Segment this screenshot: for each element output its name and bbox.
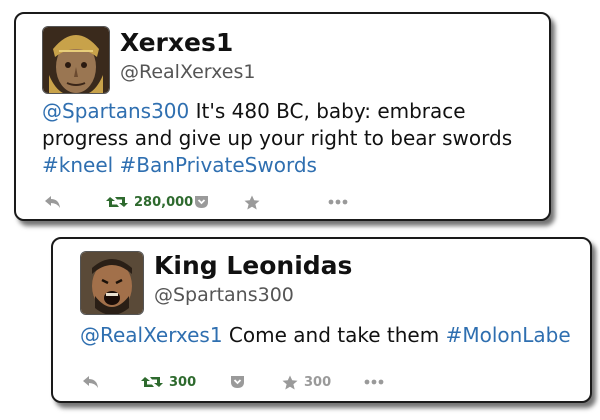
retweet-icon <box>106 197 128 207</box>
retweet-count: 300 <box>169 374 197 390</box>
retweet-button[interactable]: 300 <box>141 370 196 394</box>
tweet-card-xerxes: Xerxes1 @RealXerxes1 @Spartans300 It's 4… <box>14 12 551 221</box>
user-handle[interactable]: @RealXerxes1 <box>120 61 255 83</box>
pocket-icon <box>195 196 208 208</box>
pocket-button[interactable] <box>194 190 209 214</box>
avatar[interactable] <box>80 251 144 315</box>
tweet-card-leonidas: King Leonidas @Spartans300 @RealXerxes1 … <box>51 237 592 403</box>
more-icon <box>328 199 348 205</box>
pocket-icon <box>231 376 244 388</box>
pocket-button[interactable] <box>230 370 245 394</box>
retweet-icon <box>141 377 163 387</box>
avatar[interactable] <box>42 26 110 94</box>
tweet-text-segment: It's 480 BC, baby: embrace <box>189 99 466 123</box>
favorite-icon <box>282 375 298 389</box>
favorite-button[interactable] <box>244 190 260 214</box>
favorite-button[interactable]: 300 <box>282 370 331 394</box>
reply-icon <box>45 196 60 208</box>
reply-icon <box>83 376 98 388</box>
mention-link[interactable]: @RealXerxes1 <box>80 323 223 347</box>
avatar-xerxes-image <box>43 27 109 93</box>
display-name[interactable]: Xerxes1 <box>120 28 233 57</box>
reply-button[interactable] <box>44 190 62 214</box>
favorite-count: 300 <box>304 374 332 390</box>
tweet-text: @RealXerxes1 Come and take them #MolonLa… <box>80 322 571 349</box>
hashtag-link[interactable]: #kneel <box>42 153 113 177</box>
tweet-text-segment: Come and take them <box>222 323 446 347</box>
avatar-leonidas-image <box>81 252 143 314</box>
mention-link[interactable]: @Spartans300 <box>42 99 189 123</box>
reply-button[interactable] <box>82 370 100 394</box>
tweet-text: @Spartans300 It's 480 BC, baby: embrace … <box>42 98 512 179</box>
hashtag-link[interactable]: #MolonLabe <box>446 323 571 347</box>
favorite-icon <box>244 195 260 209</box>
retweet-count: 280,000 <box>134 194 194 210</box>
more-button[interactable] <box>328 190 348 214</box>
user-handle[interactable]: @Spartans300 <box>154 284 294 306</box>
display-name[interactable]: King Leonidas <box>154 251 352 280</box>
more-icon <box>364 379 384 385</box>
retweet-button[interactable]: 280,000 <box>106 190 193 214</box>
tweet-text-segment: progress and give up your right to bear … <box>42 126 513 150</box>
more-button[interactable] <box>364 370 384 394</box>
hashtag-link[interactable]: #BanPrivateSwords <box>120 153 317 177</box>
